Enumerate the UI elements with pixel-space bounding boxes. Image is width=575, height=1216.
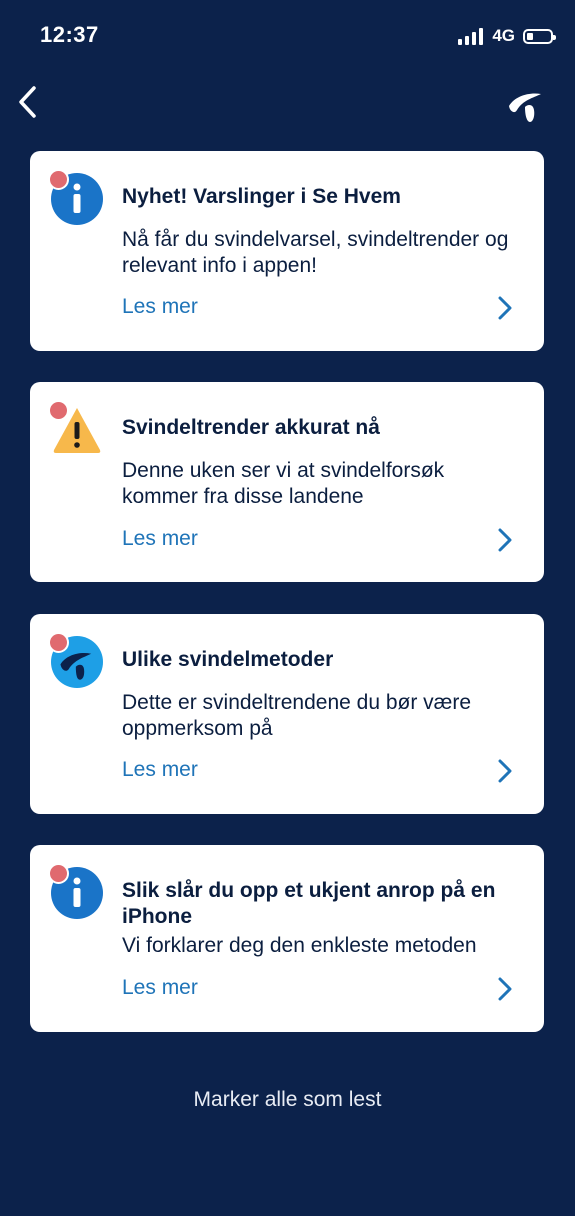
- read-more-link[interactable]: Les mer: [122, 294, 198, 320]
- card-body: Dette er svindeltrendene du bør være opp…: [122, 691, 472, 740]
- unread-dot: [48, 400, 69, 421]
- read-more-link[interactable]: Les mer: [122, 757, 198, 783]
- battery-icon: [523, 28, 556, 44]
- chevron-right-icon[interactable]: [496, 527, 514, 553]
- unread-dot: [48, 169, 69, 190]
- notification-card[interactable]: Nyhet! Varslinger i Se Hvem Nå får du sv…: [30, 151, 544, 351]
- mark-all-read-button[interactable]: Marker alle som lest: [0, 1088, 575, 1112]
- status-indicators: 4G: [458, 24, 556, 48]
- read-more-link[interactable]: Les mer: [122, 975, 198, 1001]
- nav-bar: [0, 72, 575, 136]
- back-button[interactable]: [8, 82, 48, 122]
- network-label: 4G: [492, 26, 515, 45]
- card-title: Ulike svindelmetoder: [122, 648, 334, 671]
- unread-dot: [48, 632, 69, 653]
- signal-icon: [458, 27, 484, 45]
- card-title: Svindeltrender akkurat nå: [122, 416, 380, 439]
- card-title: Slik slår du opp et ukjent anrop på en i…: [122, 879, 496, 928]
- card-body: Vi forklarer deg den enkleste metoden: [122, 934, 477, 957]
- status-time: 12:37: [40, 22, 99, 47]
- notification-card[interactable]: Slik slår du opp et ukjent anrop på en i…: [30, 845, 544, 1032]
- read-more-link[interactable]: Les mer: [122, 526, 198, 552]
- telenor-logo-icon: [509, 93, 541, 122]
- notification-card[interactable]: Ulike svindelmetoder Dette er svindeltre…: [30, 614, 544, 814]
- notification-card[interactable]: Svindeltrender akkurat nå Denne uken ser…: [30, 382, 544, 582]
- unread-dot: [48, 863, 69, 884]
- chevron-right-icon[interactable]: [496, 758, 514, 784]
- chevron-right-icon[interactable]: [496, 976, 514, 1002]
- card-body: Denne uken ser vi at svindelforsøk komme…: [122, 459, 445, 508]
- status-bar: 12:37 4G: [0, 0, 575, 72]
- chevron-left-icon: [19, 86, 36, 118]
- card-title: Nyhet! Varslinger i Se Hvem: [122, 185, 401, 208]
- chevron-right-icon[interactable]: [496, 295, 514, 321]
- card-body: Nå får du svindelvarsel, svindeltrender …: [122, 228, 509, 277]
